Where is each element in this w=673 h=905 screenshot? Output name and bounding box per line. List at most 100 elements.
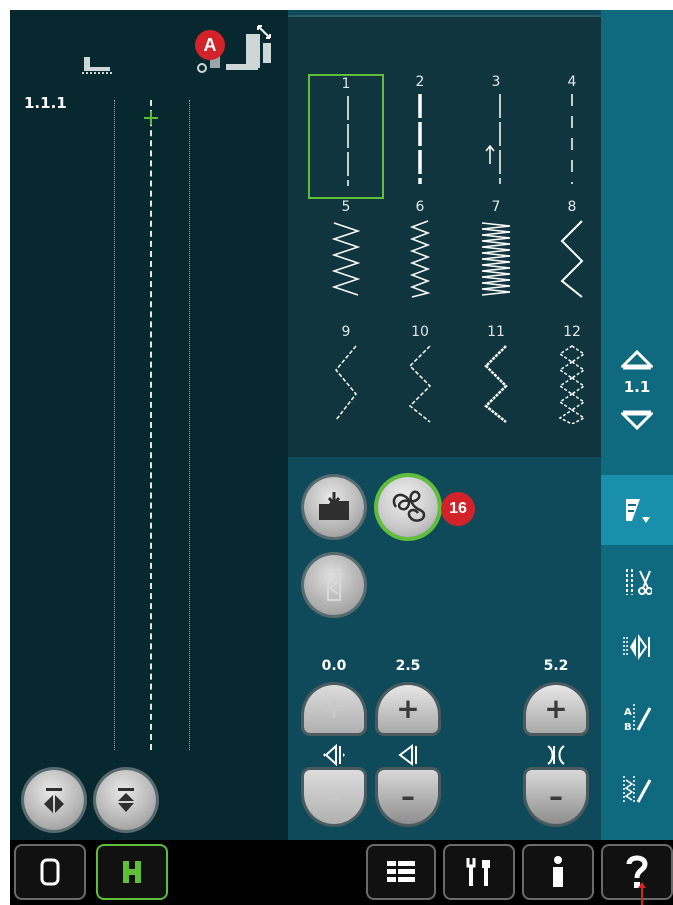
three-step-zigzag-icon <box>335 345 357 421</box>
tab-stitch-techniques[interactable] <box>601 755 673 825</box>
length-plus-button[interactable]: + <box>378 685 438 733</box>
stitch-5[interactable]: 5 <box>308 199 384 324</box>
presser-foot-icon <box>82 57 112 74</box>
stitch-position-icon <box>323 744 345 766</box>
position-value: 0.0 <box>321 658 347 674</box>
mirror-end-icon <box>118 788 134 812</box>
embroidery-hoop-icon <box>40 858 60 886</box>
settings-menu-button[interactable] <box>443 844 515 900</box>
stitch-number: 11 <box>487 324 505 340</box>
callout-pointer-line <box>638 882 646 905</box>
stitch-2[interactable]: 2 <box>382 74 458 199</box>
plus-icon: + <box>322 692 346 725</box>
stitch-12[interactable]: 12 <box>534 324 610 449</box>
stitch-8[interactable]: 8 <box>534 199 610 324</box>
mirror-end-button[interactable] <box>96 770 156 830</box>
minus-icon: – <box>549 780 563 813</box>
stitch-7[interactable]: 7 <box>458 199 534 324</box>
stitch-number: 4 <box>567 74 577 90</box>
stretch-zigzag-icon <box>484 345 508 423</box>
preview-guide-left <box>114 100 115 750</box>
load-stitch-button[interactable] <box>304 477 364 537</box>
position-plus-button[interactable]: + <box>304 685 364 733</box>
page-up-icon[interactable] <box>621 348 653 370</box>
stitch-1[interactable]: 1 <box>308 74 384 199</box>
balance-icon <box>623 633 650 661</box>
stitch-menu-area: 1 2 3 4 5 6 7 8 9 10 11 12 1.1 16 0.0 2.… <box>288 10 673 840</box>
menu-list-icon <box>387 861 415 882</box>
zigzag-stitch-icon <box>331 222 361 296</box>
width-minus-button[interactable]: – <box>526 770 586 824</box>
honeycomb-stitch-icon <box>558 345 586 424</box>
sewing-app: A 1.1.1 1 2 3 4 5 6 7 8 9 10 11 12 1.1 1… <box>10 10 673 905</box>
taskbar <box>10 840 673 905</box>
plus-icon: + <box>396 692 420 725</box>
tab-mirror-balance[interactable] <box>601 612 673 682</box>
stitch-number: 9 <box>341 324 351 340</box>
three-step-zigzag-alt-icon <box>408 345 432 423</box>
info-icon <box>553 856 563 887</box>
page-down-icon[interactable] <box>621 410 653 432</box>
stitch-length-icon <box>398 744 417 766</box>
stitch-page-navigation: 1.1 <box>601 10 673 455</box>
stitch-6[interactable]: 6 <box>382 199 458 324</box>
tab-stitch-settings[interactable] <box>601 475 673 545</box>
info-button[interactable] <box>522 844 594 900</box>
stitch-9[interactable]: 9 <box>308 324 384 449</box>
stitch-number: 1 <box>341 76 351 92</box>
stitch-number: 8 <box>567 199 577 215</box>
mirror-side-icon <box>44 788 64 813</box>
stitch-number: 5 <box>341 199 351 215</box>
bold-straight-stitch-icon <box>418 94 422 184</box>
quick-help-menu-button[interactable] <box>366 844 436 900</box>
position-minus-button[interactable]: – <box>304 770 364 824</box>
stitch-width-icon <box>547 745 565 765</box>
stitch-techniques-icon <box>623 776 652 804</box>
callout-16: 16 <box>441 492 475 526</box>
stitch-number: 2 <box>415 74 425 90</box>
tab-thread-cutter[interactable] <box>601 547 673 617</box>
minus-icon: – <box>327 780 341 813</box>
stitch-number: 6 <box>415 199 425 215</box>
length-value: 2.5 <box>395 658 421 674</box>
stitch-number: 3 <box>491 74 501 90</box>
large-zigzag-stitch-icon <box>560 220 584 298</box>
callout-a: A <box>195 30 225 60</box>
tab-sequencing[interactable]: AB <box>601 683 673 753</box>
plus-icon: + <box>544 692 568 725</box>
sequencing-icon: AB <box>624 704 652 733</box>
multi-zigzag-stitch-icon <box>409 220 431 298</box>
length-minus-button[interactable]: – <box>378 770 438 824</box>
preview-stitch-line <box>150 100 152 750</box>
straight-stitch-icon <box>347 96 349 186</box>
mirror-side-button[interactable] <box>24 770 84 830</box>
tie-off-icon <box>327 569 341 601</box>
tools-icon <box>466 858 490 886</box>
free-motion-icon <box>392 490 426 522</box>
stitch-number: 12 <box>563 324 581 340</box>
settings-side-tabs: AB <box>601 455 673 840</box>
sewing-mode-button[interactable] <box>96 844 168 900</box>
tie-off-button[interactable] <box>304 555 364 615</box>
embroidery-mode-button[interactable] <box>14 844 86 900</box>
stitch-preview-pane: A 1.1.1 <box>10 10 288 840</box>
stitch-11[interactable]: 11 <box>458 324 534 449</box>
sewing-mode-icon <box>123 861 141 883</box>
svg-text:B: B <box>624 722 632 733</box>
stitch-3[interactable]: 3 <box>458 74 534 199</box>
width-value: 5.2 <box>543 658 569 674</box>
page-indicator: 1.1 <box>623 378 651 396</box>
load-stitch-icon <box>319 492 349 520</box>
stitch-number: 7 <box>491 199 501 215</box>
thread-cutter-icon <box>626 569 652 595</box>
preview-guide-right <box>189 100 190 750</box>
stitch-selection-grid: 1 2 3 4 5 6 7 8 9 10 11 12 <box>288 15 603 457</box>
stitch-number: 10 <box>411 324 429 340</box>
stitch-4[interactable]: 4 <box>534 74 610 199</box>
reinforced-straight-stitch-icon <box>485 94 501 184</box>
free-motion-button[interactable] <box>378 477 438 537</box>
stitch-10[interactable]: 10 <box>382 324 458 449</box>
basting-stitch-icon <box>571 94 573 184</box>
stitch-settings-icon <box>626 499 650 523</box>
width-plus-button[interactable]: + <box>526 685 586 733</box>
